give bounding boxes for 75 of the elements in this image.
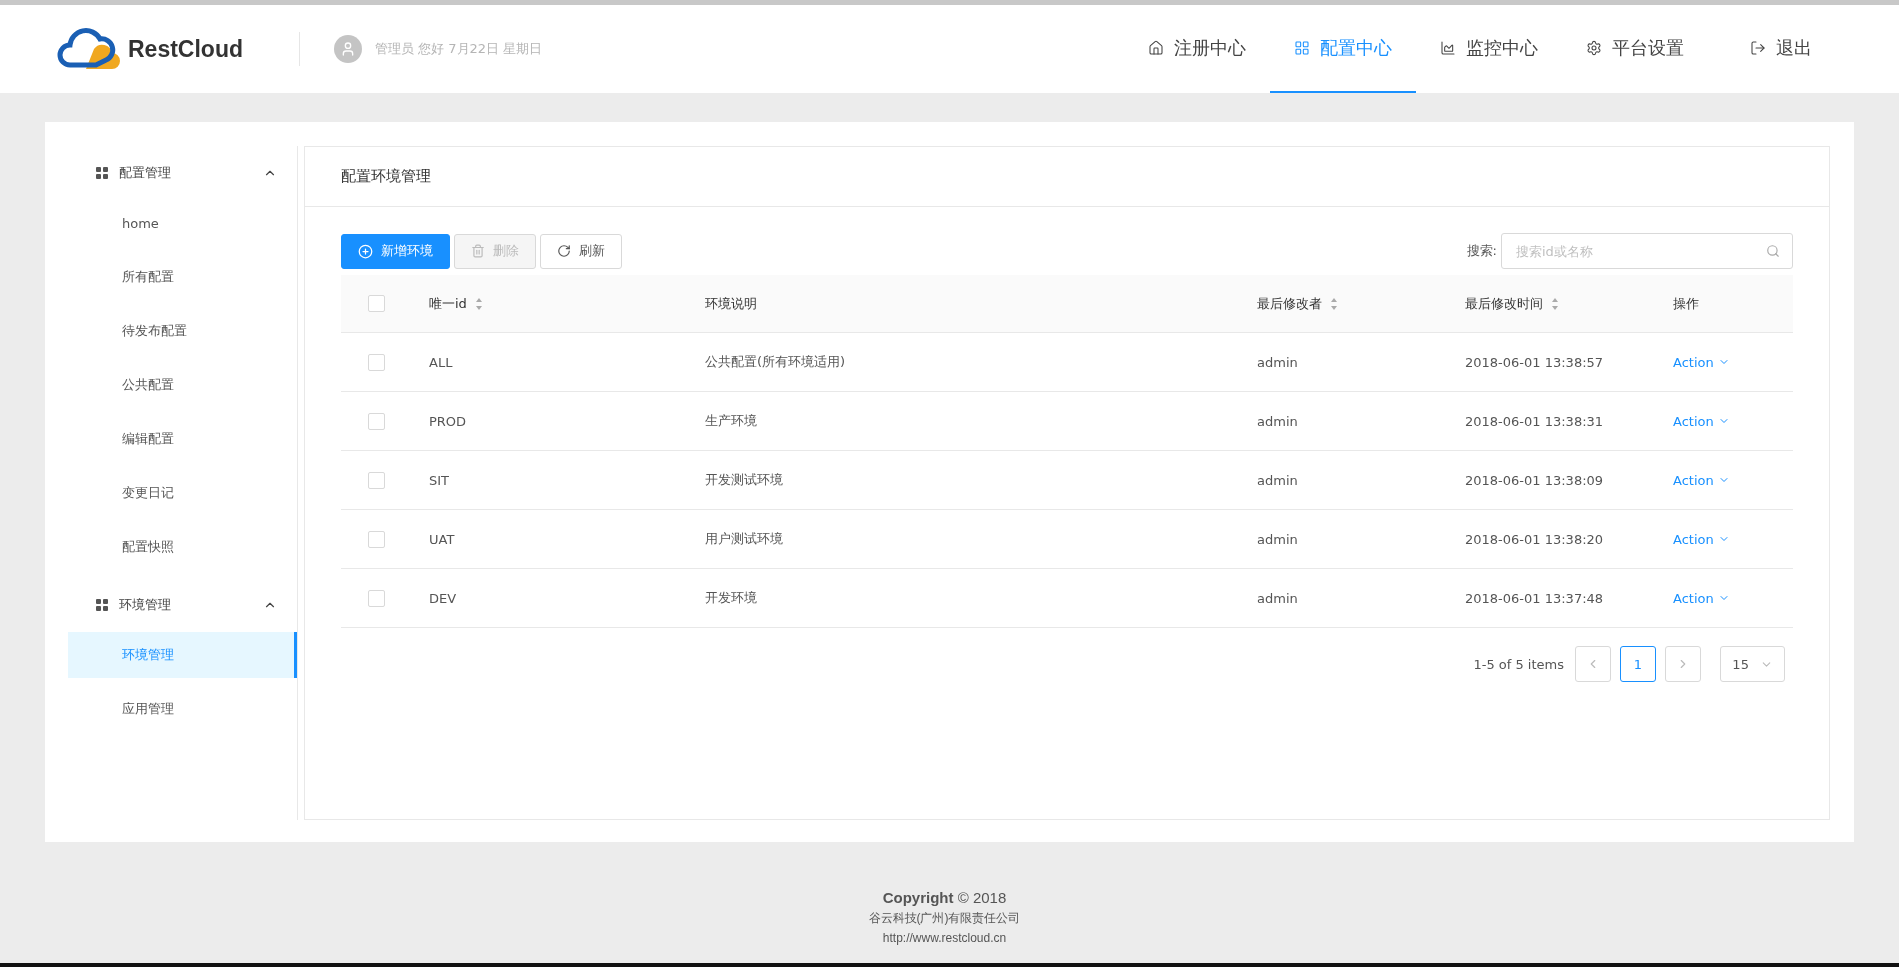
checkbox[interactable] xyxy=(368,530,385,548)
table-cell-text: 用户测试环境 xyxy=(705,530,784,548)
table-cell-text: PROD xyxy=(429,413,468,429)
column-header: 环境说明 xyxy=(705,294,757,313)
nav-tab[interactable]: 监控中心 xyxy=(1416,5,1562,93)
search-label: 搜索: xyxy=(1466,242,1497,260)
avatar-icon xyxy=(334,35,362,63)
menu-item[interactable]: 应用管理 xyxy=(68,686,297,732)
column-header: 最后修改者 xyxy=(1257,294,1322,313)
table-cell-text: SIT xyxy=(429,472,451,488)
table-cell-text: DEV xyxy=(429,590,458,606)
nav-tab[interactable]: 注册中心 xyxy=(1124,5,1270,93)
table-cell-text: 2018-06-01 13:38:09 xyxy=(1465,472,1605,488)
refresh-button[interactable]: 刷新 xyxy=(540,233,622,269)
menu-item[interactable]: 变更日记 xyxy=(68,470,297,516)
table-cell-text: admin xyxy=(1257,354,1299,370)
search-icon[interactable] xyxy=(1766,244,1780,258)
pagination-summary: 1-5 of 5 items xyxy=(1473,656,1564,672)
nav-tab[interactable]: 平台设置 xyxy=(1562,5,1708,93)
checkbox[interactable] xyxy=(368,353,385,371)
refresh-icon xyxy=(557,244,571,258)
menu-item[interactable]: 公共配置 xyxy=(68,362,297,408)
table-cell-text: 公共配置(所有环境适用) xyxy=(705,353,847,371)
card-title: 配置环境管理 xyxy=(305,147,1829,207)
menu-group-label: 配置管理 xyxy=(119,164,172,182)
settings-icon xyxy=(1586,40,1602,56)
table-cell-text: 2018-06-01 13:37:48 xyxy=(1465,590,1605,606)
checkbox[interactable] xyxy=(368,589,385,607)
logout-icon xyxy=(1750,40,1766,56)
copyright-text: Copyright © 2018 xyxy=(882,887,1007,908)
checkbox[interactable] xyxy=(368,295,385,312)
company-name: 谷云科技(广州)有限责任公司 xyxy=(868,909,1021,927)
trash-icon xyxy=(471,244,485,258)
sort-icon[interactable] xyxy=(474,296,483,311)
sort-icon[interactable] xyxy=(1551,296,1559,311)
plus-circle-icon xyxy=(358,243,373,259)
menu-group-label: 环境管理 xyxy=(119,596,172,614)
table-cell-text: ALL xyxy=(429,354,454,370)
menu-item[interactable]: 所有配置 xyxy=(68,254,297,300)
grid-icon xyxy=(1294,40,1310,56)
table-cell-text: UAT xyxy=(429,531,456,547)
table-cell-text: admin xyxy=(1257,413,1299,429)
table-cell-text: 生产环境 xyxy=(705,412,758,430)
table-cell-text: 2018-06-01 13:38:57 xyxy=(1465,354,1605,370)
nav-tab[interactable]: 退出 xyxy=(1708,5,1854,93)
user-greeting: 管理员 您好 7月22日 星期日 xyxy=(375,40,543,58)
brand-name: RestCloud xyxy=(128,35,243,63)
table-cell-text: 2018-06-01 13:38:31 xyxy=(1465,413,1605,429)
table-cell-text: admin xyxy=(1257,472,1299,488)
menu-item[interactable]: home xyxy=(68,200,297,246)
chart-icon xyxy=(1440,40,1456,56)
page-size-select[interactable]: 15 xyxy=(1720,646,1785,682)
menu-group[interactable]: 环境管理 xyxy=(68,578,297,632)
menu-item[interactable]: 待发布配置 xyxy=(68,308,297,354)
grid-icon xyxy=(96,599,108,611)
sort-icon[interactable] xyxy=(1330,296,1338,311)
table-cell-text: 开发测试环境 xyxy=(705,471,784,489)
previous-page-button[interactable] xyxy=(1575,646,1611,682)
table-cell-text: admin xyxy=(1257,590,1299,606)
grid-icon xyxy=(96,167,108,179)
website-url: http://www.restcloud.cn xyxy=(882,929,1007,947)
checkbox[interactable] xyxy=(368,412,385,430)
checkbox[interactable] xyxy=(368,471,385,489)
home-icon xyxy=(1148,40,1164,56)
search-field[interactable]: 搜索id或名称 xyxy=(1501,233,1793,269)
column-header: 唯一id xyxy=(429,294,467,313)
next-page-button[interactable] xyxy=(1665,646,1701,682)
menu-item[interactable]: 配置快照 xyxy=(68,524,297,570)
column-header: 操作 xyxy=(1673,294,1699,313)
table-cell-text: 2018-06-01 13:38:20 xyxy=(1465,531,1605,547)
menu-group[interactable]: 配置管理 xyxy=(68,146,297,200)
column-header: 最后修改时间 xyxy=(1465,294,1543,313)
table-cell-text: 开发环境 xyxy=(705,589,758,607)
table-cell-text: admin xyxy=(1257,531,1299,547)
menu-item[interactable]: 编辑配置 xyxy=(68,416,297,462)
